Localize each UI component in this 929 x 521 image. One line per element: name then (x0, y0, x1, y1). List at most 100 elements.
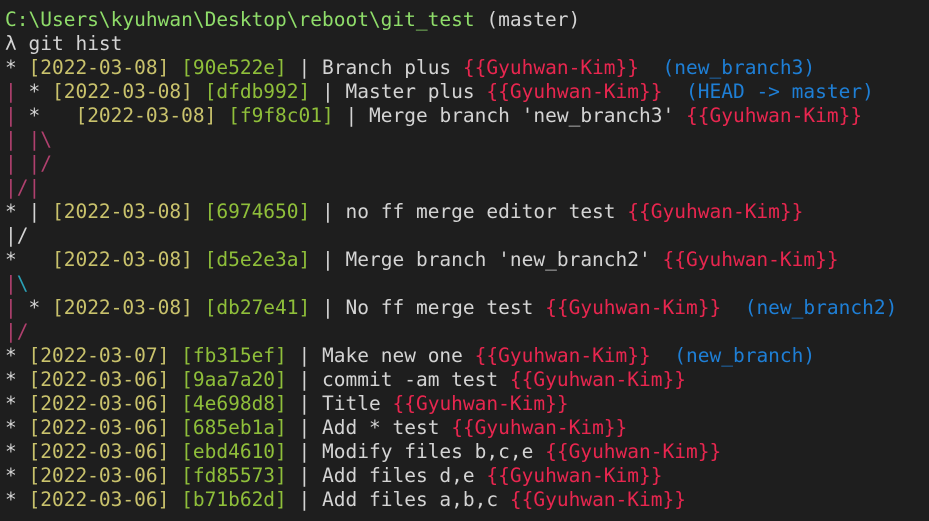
commit-hash: [4e698d8] (181, 392, 287, 415)
commit-hash: [90e522e] (181, 56, 287, 79)
graph-segment: | (28, 128, 41, 151)
commit-row: * [2022-03-06] [9aa7a20] | commit -am te… (5, 368, 686, 391)
commit-row: * [2022-03-06] [fd85573] | Add files d,e… (5, 464, 663, 487)
commit-hash: [dfdb992] (204, 80, 311, 103)
current-path: C:\Users\kyuhwan\Desktop\reboot\git_test (5, 8, 475, 31)
commit-hash: [685eb1a] (181, 416, 287, 439)
commit-date: [2022-03-08] (51, 248, 193, 271)
graph-segment: / (16, 224, 29, 247)
commit-message: Modify files b,c,e (322, 440, 534, 463)
commit-date: [2022-03-07] (28, 344, 170, 367)
commit-hash: [fd85573] (181, 464, 287, 487)
graph-segment: | (5, 272, 17, 295)
commit-date: [2022-03-06] (28, 416, 170, 439)
commit-message: commit -am test (322, 368, 499, 391)
graph-segment: | (5, 224, 17, 247)
graph-segment: | (5, 104, 29, 127)
graph-segment: * (5, 416, 29, 439)
graph-segment: \ (16, 272, 29, 295)
graph-segment: | (5, 296, 29, 319)
terminal-window[interactable]: C:\Users\kyuhwan\Desktop\reboot\git_test… (0, 0, 929, 521)
commit-date: [2022-03-08] (75, 104, 217, 127)
commit-author: {{Gyuhwan-Kim}} (486, 464, 663, 487)
graph-segment: | (5, 152, 29, 175)
commit-date: [2022-03-08] (28, 56, 170, 79)
graph-segment: * (28, 104, 76, 127)
commit-row: * [2022-03-06] [b71b62d] | Add files a,b… (5, 488, 686, 511)
commit-ref: (new_branch) (674, 344, 816, 367)
commit-author: {{Gyuhwan-Kim}} (462, 56, 640, 79)
commit-row: * [2022-03-06] [685eb1a] | Add * test {{… (5, 416, 628, 439)
commit-hash: [d5e2e3a] (204, 248, 311, 271)
commit-message: No ff merge test (345, 296, 534, 319)
graph-segment: * (28, 296, 52, 319)
commit-row: | * [2022-03-08] [f9f8c01] | Merge branc… (5, 104, 863, 127)
graph-segment: | (28, 200, 52, 223)
commit-hash: [9aa7a20] (181, 368, 287, 391)
commit-author: {{Gyuhwan-Kim}} (392, 392, 569, 415)
commit-ref: (new_branch2) (744, 296, 898, 319)
command-line[interactable]: λ git hist (5, 32, 929, 56)
commit-message: Branch plus (322, 56, 452, 79)
graph-segment: * (5, 440, 29, 463)
commit-hash: [b71b62d] (181, 488, 287, 511)
commit-message: Master plus (345, 80, 475, 103)
graph-segment: * (28, 80, 52, 103)
commit-date: [2022-03-06] (28, 392, 170, 415)
commit-message: Merge branch 'new_branch2' (345, 248, 651, 271)
graph-segment: * (5, 464, 29, 487)
commit-author: {{Gyuhwan-Kim}} (509, 488, 686, 511)
commit-row: | * [2022-03-08] [db27e41] | No ff merge… (5, 296, 898, 319)
commit-message: no ff merge editor test (345, 200, 616, 223)
graph-segment: * (5, 392, 29, 415)
commit-message: Merge branch 'new_branch3' (369, 104, 675, 127)
commit-row: * | [2022-03-08] [6974650] | no ff merge… (5, 200, 804, 223)
commit-row: * [2022-03-08] [90e522e] | Branch plus {… (5, 56, 816, 79)
graph-segment: * (5, 368, 29, 391)
commit-row: * [2022-03-08] [d5e2e3a] | Merge branch … (5, 248, 839, 271)
commit-author: {{Gyuhwan-Kim}} (686, 104, 863, 127)
commit-ref: (HEAD -> master) (686, 80, 874, 103)
graph-segment: \ (40, 128, 52, 151)
commit-author: {{Gyuhwan-Kim}} (486, 80, 663, 103)
commit-hash: [6974650] (204, 200, 311, 223)
commit-row: | * [2022-03-08] [dfdb992] | Master plus… (5, 80, 874, 103)
commit-hash: [ebd4610] (181, 440, 287, 463)
commit-date: [2022-03-06] (28, 368, 170, 391)
git-log-output: * [2022-03-08] [90e522e] | Branch plus {… (5, 56, 929, 512)
commit-author: {{Gyuhwan-Kim}} (545, 296, 722, 319)
command-text[interactable]: git hist (17, 32, 122, 55)
graph-segment: * (5, 248, 52, 271)
commit-author: {{Gyuhwan-Kim}} (662, 248, 839, 271)
graph-row: | |\ (5, 128, 929, 152)
commit-author: {{Gyuhwan-Kim}} (474, 344, 651, 367)
commit-date: [2022-03-06] (28, 488, 170, 511)
commit-date: [2022-03-08] (51, 200, 193, 223)
graph-row: |/ (5, 224, 929, 248)
graph-segment: * (5, 200, 29, 223)
commit-date: [2022-03-06] (28, 440, 170, 463)
prompt-symbol: λ (5, 32, 17, 55)
commit-row: * [2022-03-07] [fb315ef] | Make new one … (5, 344, 816, 367)
graph-segment: | (28, 152, 41, 175)
commit-date: [2022-03-06] (28, 464, 170, 487)
commit-message: Add files d,e (322, 464, 475, 487)
commit-date: [2022-03-08] (51, 80, 193, 103)
commit-author: {{Gyuhwan-Kim}} (627, 200, 804, 223)
graph-row: |/| (5, 176, 929, 200)
commit-author: {{Gyuhwan-Kim}} (509, 368, 686, 391)
graph-segment: / (40, 152, 52, 175)
commit-hash: [fb315ef] (181, 344, 287, 367)
graph-segment: / (16, 176, 29, 199)
current-branch: (master) (474, 8, 581, 31)
graph-segment: | (5, 320, 17, 343)
commit-message: Add files a,b,c (322, 488, 499, 511)
graph-segment: | (5, 176, 17, 199)
graph-row: |/ (5, 320, 929, 344)
commit-date: [2022-03-08] (51, 296, 193, 319)
graph-segment: * (5, 56, 29, 79)
commit-author: {{Gyuhwan-Kim}} (451, 416, 628, 439)
commit-ref: (new_branch3) (662, 56, 816, 79)
commit-hash: [f9f8c01] (228, 104, 334, 127)
graph-segment: | (5, 128, 29, 151)
